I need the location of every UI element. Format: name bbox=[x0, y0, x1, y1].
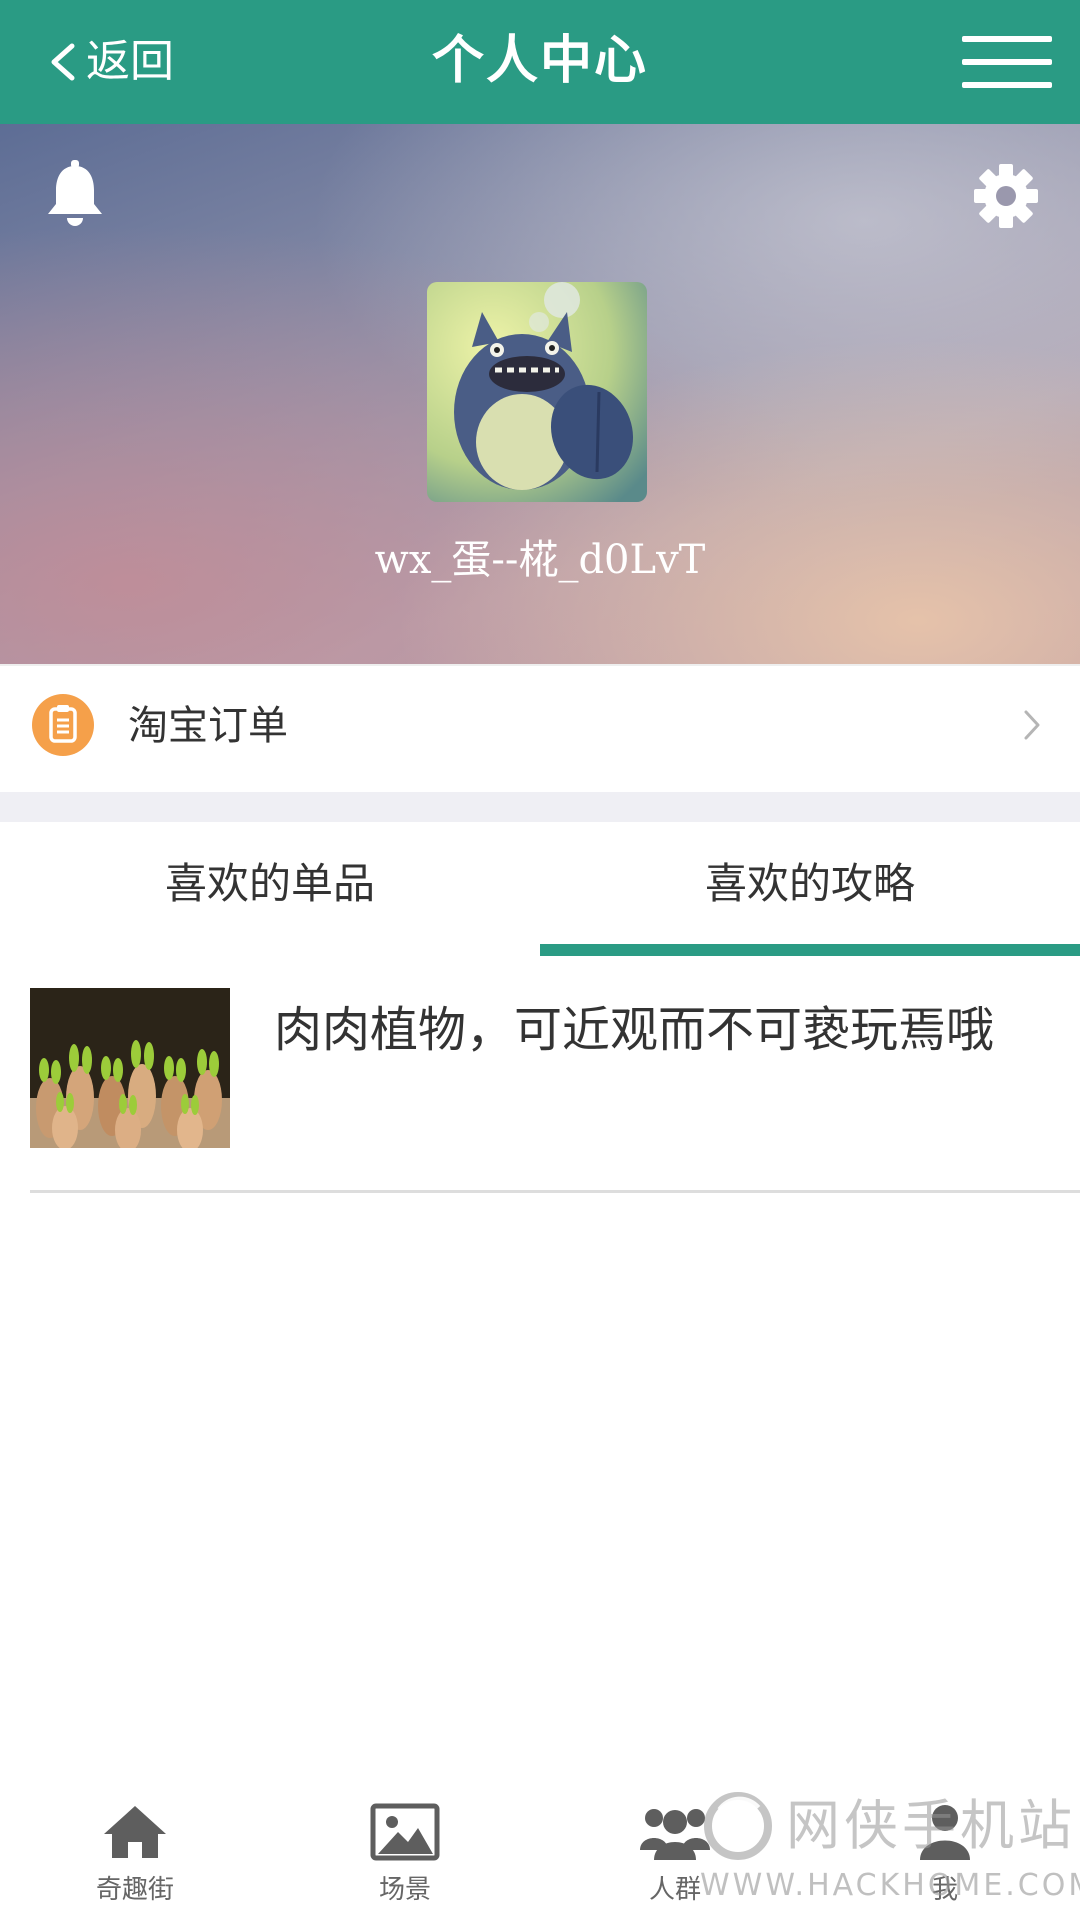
succulent-plants-image bbox=[30, 988, 230, 1148]
clipboard-icon bbox=[32, 694, 94, 756]
page-title: 个人中心 bbox=[431, 31, 648, 91]
tab-label: 喜欢的单品 bbox=[164, 859, 375, 908]
tab-liked-guides[interactable]: 喜欢的攻略 bbox=[540, 822, 1080, 954]
guide-title: 肉肉植物，可近观而不可亵玩焉哦 bbox=[274, 1002, 995, 1058]
bell-icon[interactable] bbox=[44, 160, 106, 230]
top-nav-bar: 返回 个人中心 bbox=[0, 0, 1080, 124]
list-item[interactable]: 肉肉植物，可近观而不可亵玩焉哦 bbox=[30, 988, 1080, 1193]
nav-item-home[interactable]: 奇趣街 bbox=[0, 1780, 270, 1920]
active-tab-indicator bbox=[540, 944, 1080, 956]
username: wx_蛋--椛_d0LvT bbox=[374, 537, 706, 583]
totoro-avatar-image bbox=[427, 282, 647, 502]
user-icon bbox=[920, 1805, 970, 1860]
gear-icon[interactable] bbox=[972, 162, 1040, 230]
group-icon bbox=[640, 1809, 710, 1860]
hamburger-menu-icon[interactable] bbox=[962, 34, 1052, 90]
nav-label: 场景 bbox=[378, 1875, 431, 1905]
nav-label: 人群 bbox=[648, 1875, 701, 1905]
taobao-orders-label: 淘宝订单 bbox=[128, 703, 288, 749]
home-icon bbox=[104, 1806, 166, 1858]
avatar[interactable] bbox=[427, 282, 647, 502]
nav-item-me[interactable]: 我 bbox=[810, 1780, 1080, 1920]
nav-item-scenes[interactable]: 场景 bbox=[270, 1780, 540, 1920]
section-divider bbox=[0, 792, 1080, 822]
tab-liked-items[interactable]: 喜欢的单品 bbox=[0, 822, 540, 954]
bottom-tab-bar: 奇趣街 场景 人群 我 bbox=[0, 1780, 1080, 1920]
image-icon bbox=[370, 1803, 440, 1861]
chevron-right-icon bbox=[1024, 710, 1040, 740]
nav-label: 我 bbox=[931, 1875, 958, 1905]
favorites-tabs: 喜欢的单品 喜欢的攻略 bbox=[0, 822, 1080, 956]
nav-label: 奇趣街 bbox=[95, 1875, 174, 1905]
profile-header: wx_蛋--椛_d0LvT bbox=[0, 124, 1080, 664]
tab-label: 喜欢的攻略 bbox=[704, 859, 915, 908]
taobao-orders-row[interactable]: 淘宝订单 bbox=[0, 664, 1080, 792]
nav-item-groups[interactable]: 人群 bbox=[540, 1780, 810, 1920]
